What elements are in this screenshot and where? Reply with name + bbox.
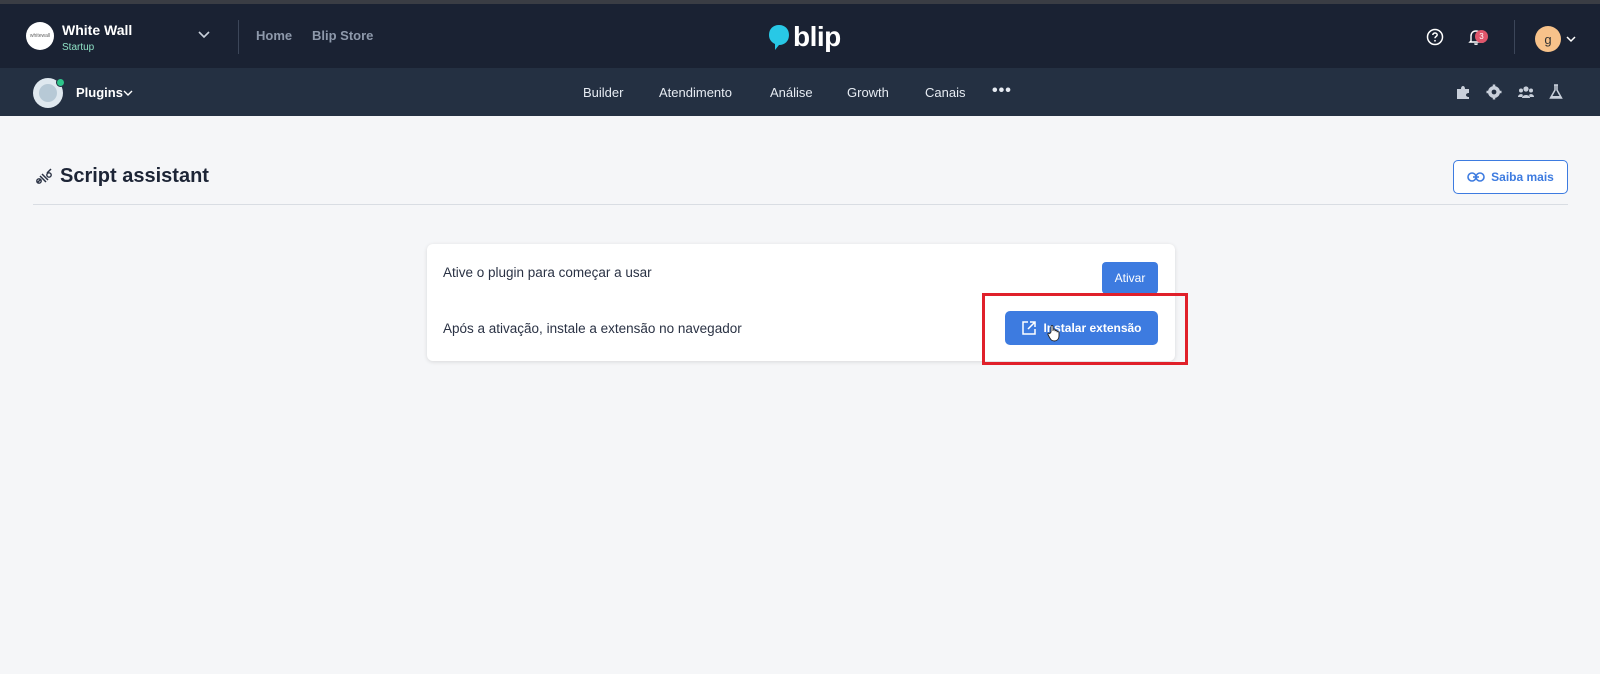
puzzle-icon[interactable]	[1454, 83, 1472, 101]
org-logo[interactable]: whitewall	[26, 22, 54, 50]
blip-store-link[interactable]: Blip Store	[312, 28, 373, 43]
gear-icon[interactable]	[1485, 83, 1503, 101]
nav-growth[interactable]: Growth	[847, 85, 889, 100]
blip-logo-text: blip	[793, 21, 841, 52]
activate-button[interactable]: Ativar	[1102, 262, 1158, 294]
flask-icon[interactable]	[1547, 83, 1565, 101]
page-title: Script assistant	[60, 165, 209, 187]
nav-canais[interactable]: Canais	[925, 85, 965, 100]
chevron-down-icon[interactable]	[196, 26, 212, 42]
more-menu-icon[interactable]: •••	[992, 82, 1012, 100]
chevron-down-icon[interactable]	[1564, 32, 1578, 46]
script-assistant-icon	[36, 168, 52, 184]
top-bar: whitewall White Wall Startup Home Blip S…	[0, 4, 1600, 68]
team-icon[interactable]	[1517, 83, 1535, 101]
plugin-avatar-image	[39, 84, 57, 102]
learn-more-label: Saiba mais	[1491, 170, 1554, 184]
plugins-menu[interactable]: Plugins	[76, 85, 123, 100]
org-plan: Startup	[62, 42, 95, 53]
secondary-nav: Plugins Builder Atendimento Análise Grow…	[0, 68, 1600, 116]
highlight-annotation	[982, 293, 1188, 365]
blip-logo[interactable]: blip	[767, 20, 841, 54]
org-logo-text: whitewall	[29, 33, 51, 39]
learn-more-button[interactable]: Saiba mais	[1453, 160, 1568, 194]
hand-cursor-icon	[1047, 325, 1060, 342]
user-avatar[interactable]: g	[1535, 26, 1561, 52]
notification-badge: 3	[1475, 30, 1488, 43]
nav-atendimento[interactable]: Atendimento	[659, 85, 732, 100]
org-name[interactable]: White Wall	[62, 22, 132, 38]
activate-instruction: Ative o plugin para começar a usar	[443, 265, 652, 280]
divider	[33, 204, 1568, 205]
install-instruction: Após a ativação, instale a extensão no n…	[443, 321, 742, 336]
nav-builder[interactable]: Builder	[583, 85, 623, 100]
blip-logo-icon	[769, 25, 789, 50]
divider	[1514, 20, 1515, 54]
link-icon	[1467, 172, 1485, 182]
chevron-down-icon[interactable]	[122, 87, 134, 99]
help-icon[interactable]	[1426, 28, 1444, 46]
nav-analise[interactable]: Análise	[770, 85, 813, 100]
online-status-dot	[56, 78, 65, 87]
divider	[238, 20, 239, 54]
home-link[interactable]: Home	[256, 28, 292, 43]
